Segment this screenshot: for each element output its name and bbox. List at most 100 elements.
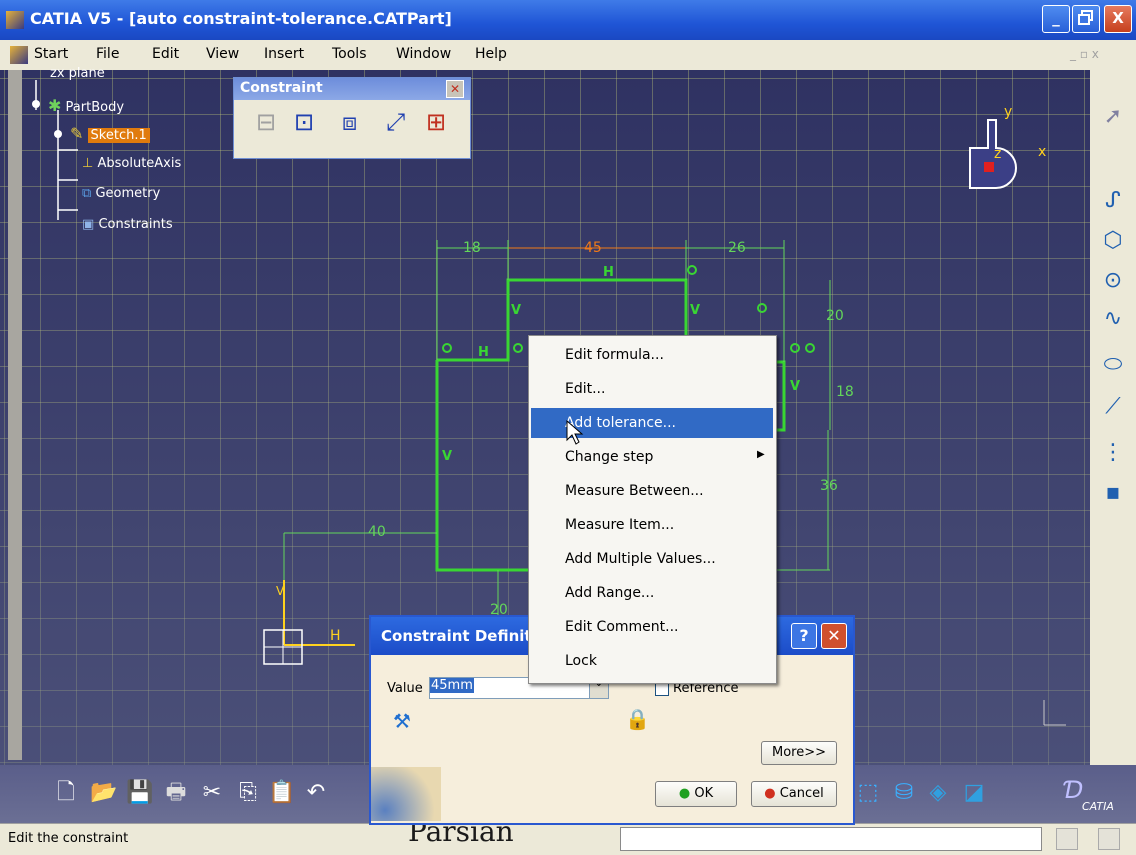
tangent-symbol-5 (790, 343, 800, 353)
catia-logo-text: CATIA (1082, 800, 1114, 813)
dialog-help-button[interactable]: ? (791, 623, 817, 649)
status-text: Edit the constraint (8, 831, 129, 846)
catia-app-icon (6, 11, 24, 29)
render-icon[interactable]: ◈ (922, 777, 954, 809)
vertical-symbol-2: V (690, 303, 700, 318)
start-menu-icon (10, 46, 28, 64)
compass[interactable]: y x z (960, 100, 1050, 200)
menu-file[interactable]: File (96, 46, 119, 62)
new-icon[interactable]: 🗋 (50, 777, 82, 809)
tolerance-icon: ⚒ (393, 709, 411, 733)
menu-insert[interactable]: Insert (264, 46, 304, 62)
menu-view[interactable]: View (206, 46, 239, 62)
vertical-symbol-4: V (790, 379, 800, 394)
ellipse-tool-icon[interactable]: ⬭ (1098, 352, 1128, 382)
dim-26: 26 (728, 240, 746, 256)
catia-logo: Ɗ CATIA (1062, 776, 1114, 813)
line-tool-icon[interactable]: ⟋ (1098, 394, 1128, 424)
vertical-symbol-3: V (442, 449, 452, 464)
dialog-title: Constraint Definiti (381, 627, 537, 645)
dialog-globe-graphic (371, 767, 441, 821)
save-icon[interactable]: 💾 (124, 777, 156, 809)
undo-icon[interactable]: ↶ (300, 777, 332, 809)
doc-window-controls[interactable]: _ ▫ x (1070, 47, 1099, 61)
title-bar: CATIA V5 - [auto constraint-tolerance.CA… (0, 0, 1136, 40)
dialog-close-button[interactable]: ✕ (821, 623, 847, 649)
menu-item-add-range[interactable]: Add Range... (565, 585, 654, 601)
point-tool-icon[interactable]: ▪ (1098, 480, 1128, 510)
context-menu: Edit formula... Edit... Add tolerance...… (528, 335, 777, 684)
menu-item-change-step[interactable]: Change step (565, 449, 653, 465)
shading-icon[interactable]: ◪ (958, 777, 990, 809)
horizontal-symbol-top: H (603, 265, 614, 280)
compass-z-label: z (994, 146, 1002, 162)
menu-start[interactable]: Start (34, 46, 68, 62)
tangent-symbol-1 (687, 265, 697, 275)
open-icon[interactable]: 📂 (88, 777, 120, 809)
select-arrow-icon[interactable]: ➚ (1098, 104, 1128, 134)
menu-item-measure-between[interactable]: Measure Between... (565, 483, 704, 499)
minimize-button[interactable]: _ (1042, 5, 1070, 33)
dim-36: 36 (820, 478, 838, 494)
compass-x-label: x (1038, 144, 1047, 160)
dim-40: 40 (368, 524, 386, 540)
menu-item-measure-item[interactable]: Measure Item... (565, 517, 674, 533)
cancel-button[interactable]: ● Cancel (751, 781, 837, 807)
spline-tool-icon[interactable]: ∿ (1098, 306, 1128, 336)
menu-edit[interactable]: Edit (152, 46, 179, 62)
mouse-cursor-icon (566, 420, 584, 445)
menu-window[interactable]: Window (396, 46, 451, 62)
close-button[interactable]: X (1104, 5, 1132, 33)
status-command-button[interactable] (1098, 828, 1120, 850)
print-icon[interactable]: 🖶 (160, 777, 192, 809)
tangent-symbol-4 (513, 343, 523, 353)
copy-icon[interactable]: ⎘ (232, 777, 264, 809)
reference-checkbox[interactable] (655, 682, 669, 696)
horizontal-symbol-left: H (478, 345, 489, 360)
right-toolbar (1090, 70, 1136, 795)
tangent-symbol-6 (805, 343, 815, 353)
status-bar: Edit the constraint (0, 823, 1136, 855)
cut-icon[interactable]: ✂ (196, 777, 228, 809)
axis-tool-icon[interactable]: ⋮ (1098, 440, 1128, 470)
polygon-tool-icon[interactable]: ⬡ (1098, 228, 1128, 258)
cylinder-view-icon[interactable]: ⛁ (888, 777, 920, 809)
menu-help[interactable]: Help (475, 46, 507, 62)
profile-tool-icon[interactable]: ᔑ (1098, 188, 1128, 218)
circle-tool-icon[interactable]: ⊙ (1098, 268, 1128, 298)
menu-item-add-multiple-values[interactable]: Add Multiple Values... (565, 551, 716, 567)
view-cube-icon[interactable]: ⬚ (852, 777, 884, 809)
ok-button-label: OK (694, 786, 714, 801)
menu-item-edit[interactable]: Edit... (565, 381, 605, 397)
sketch-axis-v: V (276, 584, 285, 598)
paste-icon[interactable]: 📋 (266, 777, 298, 809)
menu-tools[interactable]: Tools (332, 46, 367, 62)
ok-button[interactable]: ● OK (655, 781, 737, 807)
lock-icon: 🔒 (625, 707, 650, 731)
menu-bar: Start File Edit View Insert Tools Window… (0, 40, 1136, 71)
compass-y-label: y (1004, 104, 1013, 120)
submenu-arrow-icon: ▶ (757, 449, 765, 460)
ok-icon: ● (678, 786, 691, 801)
vertical-symbol-1: V (511, 303, 521, 318)
menu-item-edit-comment[interactable]: Edit Comment... (565, 619, 679, 635)
menu-item-edit-formula[interactable]: Edit formula... (565, 347, 664, 363)
menu-item-lock[interactable]: Lock (565, 653, 597, 669)
restore-button[interactable] (1072, 5, 1100, 33)
tangent-symbol-3 (442, 343, 452, 353)
tangent-symbol-2 (757, 303, 767, 313)
value-label: Value (387, 681, 423, 696)
status-stop-button[interactable] (1056, 828, 1078, 850)
more-button[interactable]: More>> (761, 741, 837, 765)
restore-icon (1078, 10, 1093, 25)
window-title: CATIA V5 - [auto constraint-tolerance.CA… (30, 9, 452, 28)
dim-20-right: 20 (826, 308, 844, 324)
value-input-text: 45mm (430, 678, 474, 693)
cancel-button-label: Cancel (779, 786, 824, 801)
cancel-icon: ● (764, 786, 776, 801)
sketch-axis-h: H (330, 628, 341, 644)
dim-18-top: 18 (463, 240, 481, 256)
command-input[interactable] (620, 827, 1042, 851)
dim-18-right: 18 (836, 384, 854, 400)
dim-45: 45 (584, 240, 602, 256)
